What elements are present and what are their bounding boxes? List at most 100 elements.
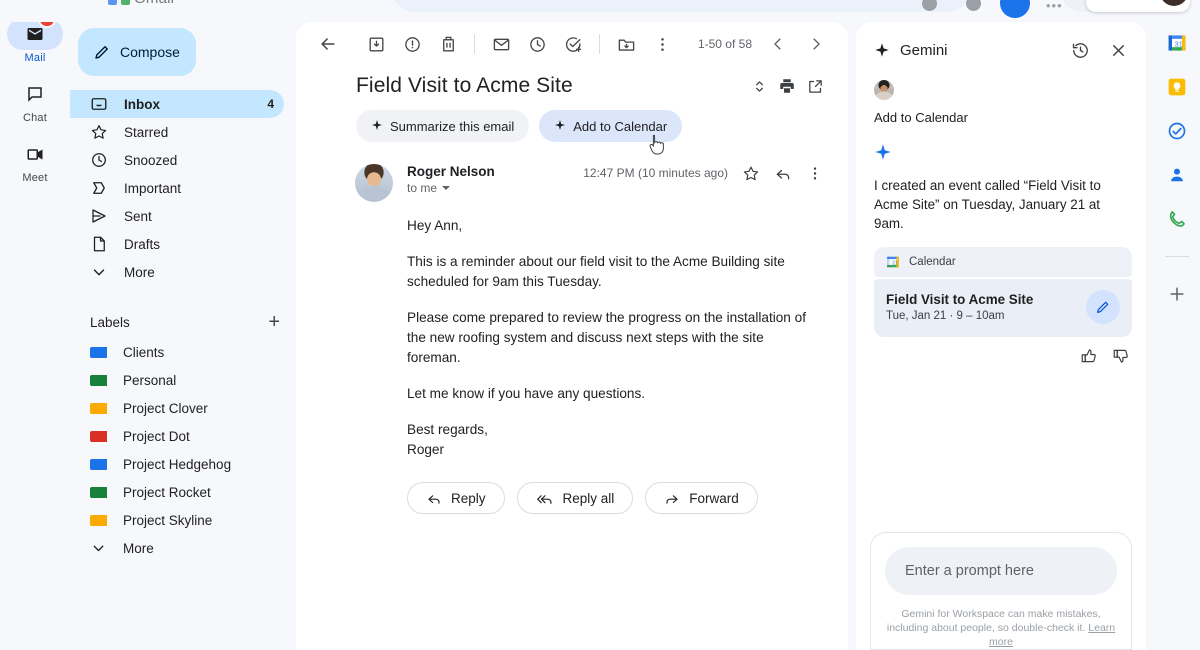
thumb-down-icon[interactable] <box>1112 347 1130 365</box>
sidebar-label-important-2: Important <box>124 180 182 196</box>
sidebar-label-inbox: Inbox <box>124 96 160 112</box>
gemini-event-title: Field Visit to Acme Site <box>886 292 1034 307</box>
star-icon <box>90 123 108 141</box>
report-spam-icon[interactable] <box>394 26 430 62</box>
back-arrow-icon[interactable] <box>310 26 346 62</box>
google-calendar-icon[interactable]: 31 <box>1166 32 1188 54</box>
reply-icon <box>426 489 442 507</box>
sidebar-item-starred[interactable]: Starred <box>78 118 284 146</box>
pagination-controls: 1-50 of 58 <box>698 26 834 62</box>
top-bar-cutoff: Gmail ••• Fund <box>0 0 1200 22</box>
search-input[interactable] <box>392 0 970 12</box>
move-to-folder-icon[interactable] <box>608 26 644 62</box>
plus-icon[interactable]: + <box>268 312 280 332</box>
gemini-disclaimer-text: Gemini for Workspace can make mistakes, … <box>886 608 1101 634</box>
labels-heading: Labels <box>90 314 130 330</box>
labels-more[interactable]: More <box>78 534 296 562</box>
google-contacts-icon[interactable] <box>1166 164 1188 186</box>
sidebar-item-snoozed[interactable]: Snoozed <box>78 146 284 174</box>
label-item-project-rocket[interactable]: Project Rocket <box>78 478 296 506</box>
reply-all-icon <box>536 489 554 507</box>
toolbar-divider-2 <box>599 34 600 54</box>
rail-item-mail[interactable]: 4 Mail <box>4 11 66 68</box>
forward-icon <box>664 489 680 507</box>
label-item-project-clover[interactable]: Project Clover <box>78 394 296 422</box>
open-in-new-icon[interactable] <box>806 77 824 95</box>
label-text: Project Skyline <box>123 512 213 528</box>
label-tag-icon <box>90 458 107 470</box>
rail-label-meet: Meet <box>22 172 48 184</box>
gemini-feedback <box>856 347 1130 365</box>
gemini-footer: Enter a prompt here Gemini for Workspace… <box>870 532 1132 650</box>
compose-button[interactable]: Compose <box>78 28 196 76</box>
gemini-prompt-input[interactable]: Enter a prompt here <box>885 547 1117 595</box>
label-text: Project Hedgehog <box>123 456 232 472</box>
google-keep-icon[interactable] <box>1166 76 1188 98</box>
label-item-clients[interactable]: Clients <box>78 338 296 366</box>
print-icon[interactable] <box>778 77 796 95</box>
apps-avatar[interactable] <box>1000 0 1030 18</box>
thumb-up-icon[interactable] <box>1080 347 1098 365</box>
message-timestamp: 12:47 PM (10 minutes ago) <box>583 166 728 180</box>
sidebar-item-inbox[interactable]: Inbox 4 <box>70 90 284 118</box>
svg-text:31: 31 <box>1175 39 1183 48</box>
forward-button[interactable]: Forward <box>645 482 758 514</box>
label-item-project-skyline[interactable]: Project Skyline <box>78 506 296 534</box>
labels-list: Clients Personal Project Clover Project … <box>70 338 296 562</box>
snooze-clock-icon[interactable] <box>519 26 555 62</box>
reply-all-label: Reply all <box>562 490 615 506</box>
gemini-response-sparkle <box>874 143 1146 166</box>
settings-gear-icon[interactable] <box>966 0 981 11</box>
overflow-dots[interactable]: ••• <box>1046 0 1063 13</box>
compose-label: Compose <box>120 44 180 60</box>
sidebar-item-sent[interactable]: Sent <box>78 202 284 230</box>
gmail-logo[interactable]: Gmail <box>108 0 174 7</box>
more-vertical-icon[interactable] <box>806 164 824 182</box>
sidebar-item-more[interactable]: More <box>78 258 284 286</box>
label-text: Project Clover <box>123 400 208 416</box>
gmail-logo-text: Gmail <box>134 0 174 7</box>
expand-collapse-icon[interactable] <box>750 77 768 95</box>
label-item-personal[interactable]: Personal <box>78 366 296 394</box>
gmail-app-window: Gmail ••• Fund 4 Mail <box>0 0 1200 650</box>
label-item-project-hedgehog[interactable]: Project Hedgehog <box>78 450 296 478</box>
chevron-down-icon <box>442 186 451 190</box>
rail-item-chat[interactable]: Chat <box>4 74 66 128</box>
add-to-calendar-chip[interactable]: Add to Calendar <box>539 110 683 142</box>
close-icon[interactable] <box>1104 36 1132 64</box>
chevron-left-icon[interactable] <box>760 26 796 62</box>
mark-unread-icon[interactable] <box>483 26 519 62</box>
google-tasks-icon[interactable] <box>1166 120 1188 142</box>
label-tag-icon <box>90 486 107 498</box>
trash-icon[interactable] <box>430 26 466 62</box>
reply-arrow-icon[interactable] <box>774 164 792 182</box>
message-header: Roger Nelson to me 12:47 PM (10 minutes … <box>296 142 848 202</box>
google-voice-icon[interactable] <box>1166 208 1188 230</box>
sidebar-item-drafts[interactable]: Drafts <box>78 230 284 258</box>
sidebar-item-important[interactable]: Important <box>78 174 284 202</box>
recipient-row[interactable]: to me <box>407 181 495 195</box>
subject-actions <box>750 77 824 95</box>
history-icon[interactable] <box>1066 36 1094 64</box>
add-addon-icon[interactable] <box>1166 283 1188 305</box>
labels-header: Labels + <box>90 312 280 332</box>
more-vertical-icon[interactable] <box>644 26 680 62</box>
rail-item-meet[interactable]: Meet <box>4 134 66 188</box>
pencil-edit-icon[interactable] <box>1086 290 1120 324</box>
labels-more-text: More <box>123 540 154 556</box>
gemini-user-prompt: Add to Calendar <box>874 110 968 125</box>
sparkle-icon <box>371 119 383 134</box>
label-item-project-dot[interactable]: Project Dot <box>78 422 296 450</box>
reply-all-button[interactable]: Reply all <box>516 482 634 514</box>
page-title: Field Visit to Acme Site <box>356 74 573 97</box>
forward-label: Forward <box>689 490 739 506</box>
gemini-event-card[interactable]: Field Visit to Acme Site Tue, Jan 21 · 9… <box>874 279 1132 337</box>
chevron-right-icon[interactable] <box>798 26 834 62</box>
add-to-tasks-icon[interactable] <box>555 26 591 62</box>
star-outline-icon[interactable] <box>742 164 760 182</box>
gemini-sparkle-icon <box>874 41 890 59</box>
reply-button[interactable]: Reply <box>407 482 505 514</box>
summarize-email-label: Summarize this email <box>390 118 515 134</box>
summarize-email-chip[interactable]: Summarize this email <box>356 110 530 142</box>
archive-icon[interactable] <box>358 26 394 62</box>
